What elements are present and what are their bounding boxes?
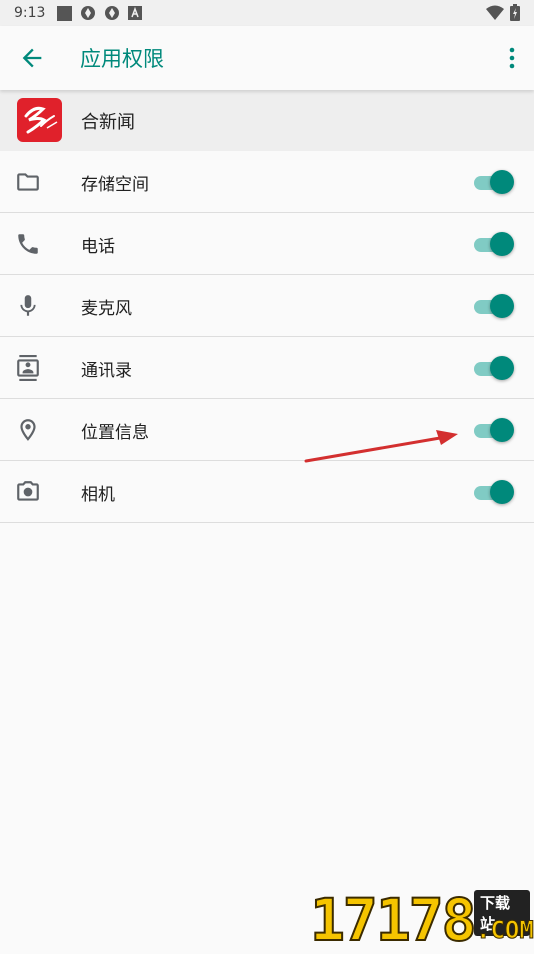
app-logo-icon — [24, 106, 58, 134]
microphone-icon — [20, 295, 36, 316]
status-system-icons — [486, 4, 520, 21]
notification-app-icon — [81, 6, 96, 20]
permission-toggle[interactable] — [472, 231, 516, 257]
battery-icon — [510, 4, 520, 21]
permission-row-camera[interactable]: 相机 — [0, 461, 534, 523]
folder-icon — [17, 173, 39, 191]
app-bar: 应用权限 — [0, 26, 534, 90]
contacts-icon — [17, 355, 39, 381]
status-time: 9:13 — [14, 5, 46, 21]
notification-app-icon-2 — [105, 6, 120, 20]
location-icon — [20, 419, 36, 441]
permission-label: 存储空间 — [81, 175, 149, 195]
permission-label: 相机 — [81, 485, 115, 505]
page-title: 应用权限 — [80, 47, 164, 71]
permission-toggle[interactable] — [472, 293, 516, 319]
notification-square-icon — [57, 5, 73, 21]
app-name: 合新闻 — [81, 112, 135, 133]
permission-row-storage[interactable]: 存储空间 — [0, 151, 534, 213]
more-options-icon[interactable] — [506, 44, 518, 72]
status-notification-icons — [57, 5, 143, 21]
back-arrow-icon[interactable] — [18, 44, 46, 72]
permission-label: 麦克风 — [81, 299, 132, 319]
app-header: 合新闻 — [0, 90, 534, 151]
permission-label: 位置信息 — [81, 423, 149, 443]
status-bar: 9:13 — [0, 0, 534, 26]
permission-row-phone[interactable]: 电话 — [0, 213, 534, 275]
app-logo — [17, 98, 62, 142]
wifi-icon — [486, 5, 504, 20]
permission-toggle[interactable] — [472, 479, 516, 505]
permission-label: 通讯录 — [81, 361, 132, 381]
permission-toggle[interactable] — [472, 417, 516, 443]
permission-row-location[interactable]: 位置信息 — [0, 399, 534, 461]
watermark: 17178 下载站 .COM — [309, 885, 534, 954]
watermark-domain: .COM — [476, 916, 534, 945]
watermark-number: 17178 — [309, 885, 478, 954]
permission-toggle[interactable] — [472, 355, 516, 381]
camera-icon — [17, 481, 39, 501]
permission-toggle[interactable] — [472, 169, 516, 195]
notification-a-icon — [128, 6, 143, 20]
permission-label: 电话 — [81, 237, 115, 257]
permission-list: 存储空间 电话 麦克风 通讯录 位置信息 相机 — [0, 151, 534, 523]
phone-icon — [18, 234, 38, 254]
permission-row-microphone[interactable]: 麦克风 — [0, 275, 534, 337]
permission-row-contacts[interactable]: 通讯录 — [0, 337, 534, 399]
